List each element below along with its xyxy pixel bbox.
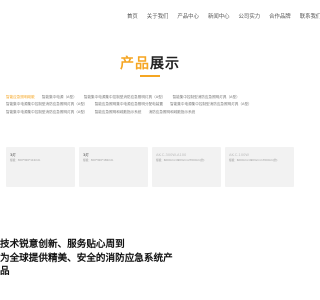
section-title-rest: 展示	[150, 56, 180, 72]
nav-item-partners[interactable]: 合作品牌	[269, 13, 291, 21]
category-item[interactable]: 智能集中电源集中控制型消防应急照明灯具（A型）	[6, 102, 88, 106]
product-spec: 规格：300*300*180mm	[83, 159, 114, 162]
nav-item-home[interactable]: 首页	[127, 13, 138, 21]
product-spec: 规格：300*300*110mm	[10, 159, 41, 162]
product-spec: 规格：600mm×490mm×1700mm(约)	[229, 159, 278, 162]
nav-item-contact[interactable]: 联系我们	[300, 13, 320, 21]
product-name: AK-C-300W-A100	[156, 153, 187, 157]
nav-item-strength[interactable]: 公司实力	[239, 13, 261, 21]
main-nav: 首页 关于我们 产品中心 新闻中心 公司实力 合作品牌 联系我们	[127, 13, 320, 21]
category-item[interactable]: 智能应急照明和疏散指示系统	[95, 110, 142, 114]
product-spec: 规格：600mm×490mm×2700mm(约)	[156, 159, 205, 162]
category-item[interactable]: 智能集中电源集中控制型消防应急照明灯具（A型）	[84, 95, 166, 99]
product-card[interactable]: 3灯 规格：300*300*180mm	[79, 147, 148, 187]
site-header: 首页 关于我们 产品中心 新闻中心 公司实力 合作品牌 联系我们	[0, 0, 320, 36]
nav-item-products[interactable]: 产品中心	[177, 13, 199, 21]
title-underline	[140, 75, 160, 77]
slogan-line: 品	[0, 266, 10, 277]
slogan-line: 技术锐意创新、服务贴心周到	[0, 239, 125, 250]
product-grid: 3灯 规格：300*300*110mm 3灯 规格：300*300*180mm …	[6, 147, 294, 187]
nav-item-news[interactable]: 新闻中心	[208, 13, 230, 21]
category-item[interactable]: 智能集中电源（A型）	[42, 95, 77, 99]
slogan: 技术锐意创新、服务贴心周到 为全球提供精美、安全的消防应急系统产 品	[0, 238, 200, 279]
product-card[interactable]: AK-C-100W 规格：600mm×490mm×1700mm(约)	[225, 147, 294, 187]
category-list: 智能应急照明疏散 智能集中电源（A型） 智能集中电源集中控制型消防应急照明灯具（…	[6, 94, 296, 116]
product-name: 3灯	[10, 153, 16, 157]
category-item[interactable]: 智能集中电源集中控制型消防应急照明灯具（A型）	[6, 110, 88, 114]
logo[interactable]	[10, 10, 70, 26]
category-item[interactable]: 智能集中电源集中控制型消防应急照明灯具（A型）	[170, 102, 252, 106]
product-card[interactable]: 3灯 规格：300*300*110mm	[6, 147, 75, 187]
slogan-line: 为全球提供精美、安全的消防应急系统产	[0, 252, 173, 264]
category-item[interactable]: 智能集中控制型消防应急照明灯具（A型）	[173, 95, 240, 99]
category-item[interactable]: 消防应急照明和疏散指示系统	[149, 110, 196, 114]
product-name: AK-C-100W	[229, 153, 249, 157]
section-title: 产品展示	[0, 56, 300, 72]
product-card[interactable]: AK-C-300W-A100 规格：600mm×490mm×2700mm(约)	[152, 147, 221, 187]
category-item[interactable]: 智能应急照明集中电源应急照明分配电装置	[95, 102, 163, 106]
section-title-accent: 产品	[120, 56, 150, 72]
product-name: 3灯	[83, 153, 89, 157]
nav-item-about[interactable]: 关于我们	[147, 13, 169, 21]
category-item[interactable]: 智能应急照明疏散	[6, 95, 35, 99]
